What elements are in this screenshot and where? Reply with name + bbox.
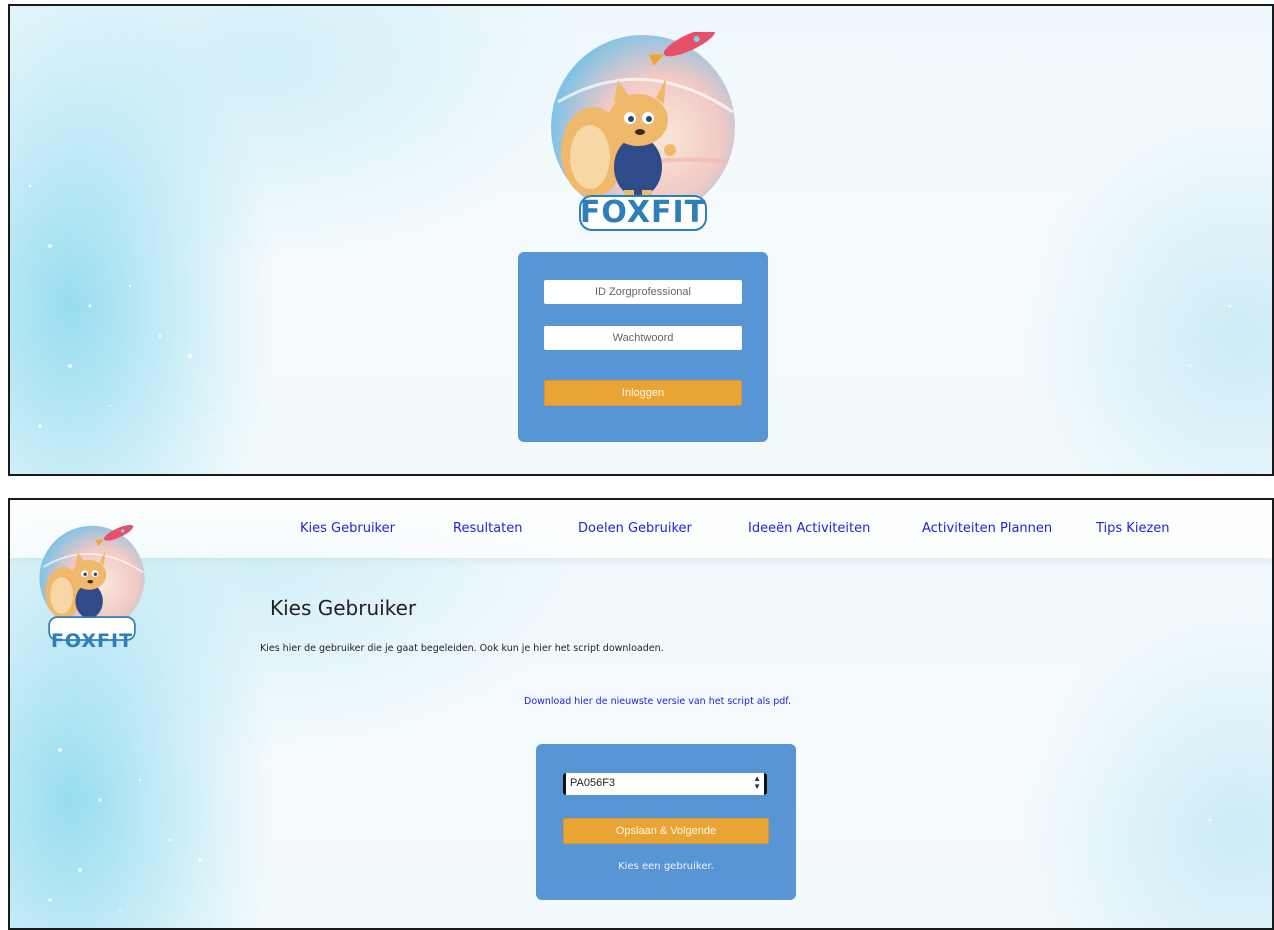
nav-kies-gebruiker[interactable]: Kies Gebruiker xyxy=(300,521,395,536)
foxfit-logo: FOXFIT xyxy=(538,32,748,232)
password-input[interactable] xyxy=(544,326,742,350)
select-arrows-icon: ▲ ▼ xyxy=(753,774,761,791)
nav-doelen-gebruiker[interactable]: Doelen Gebruiker xyxy=(578,521,692,536)
user-select-form: PA056F3 ▲ ▼ Opslaan & Volgende Kies een g… xyxy=(536,744,796,900)
select-hint: Kies een gebruiker. xyxy=(618,861,714,872)
nav-tips-kiezen[interactable]: Tips Kiezen xyxy=(1096,521,1170,536)
logo-wordmark: FOXFIT xyxy=(50,630,134,652)
save-next-button[interactable]: Opslaan & Volgende xyxy=(563,818,769,844)
foxfit-logo[interactable]: FOXFIT xyxy=(32,514,152,654)
nav-resultaten[interactable]: Resultaten xyxy=(453,521,522,536)
user-select-value: PA056F3 xyxy=(570,777,616,789)
login-form: Inloggen xyxy=(518,252,768,442)
choose-user-screen: Kies Gebruiker Resultaten Doelen Gebruik… xyxy=(8,498,1274,930)
top-navigation: Kies Gebruiker Resultaten Doelen Gebruik… xyxy=(10,500,1272,558)
download-script-link[interactable]: Download hier de nieuwste versie van het… xyxy=(524,696,791,707)
login-screen: FOXFIT Inloggen xyxy=(8,4,1274,476)
user-select[interactable]: PA056F3 ▲ ▼ xyxy=(563,773,767,795)
page-description: Kies hier de gebruiker die je gaat begel… xyxy=(260,643,664,654)
login-button[interactable]: Inloggen xyxy=(544,380,742,406)
logo-wordmark: FOXFIT xyxy=(579,195,707,230)
nav-ideeen-activiteiten[interactable]: Ideeën Activiteiten xyxy=(748,521,870,536)
professional-id-input[interactable] xyxy=(544,280,742,304)
nav-activiteiten-plannen[interactable]: Activiteiten Plannen xyxy=(922,521,1052,536)
page-title: Kies Gebruiker xyxy=(270,596,417,620)
